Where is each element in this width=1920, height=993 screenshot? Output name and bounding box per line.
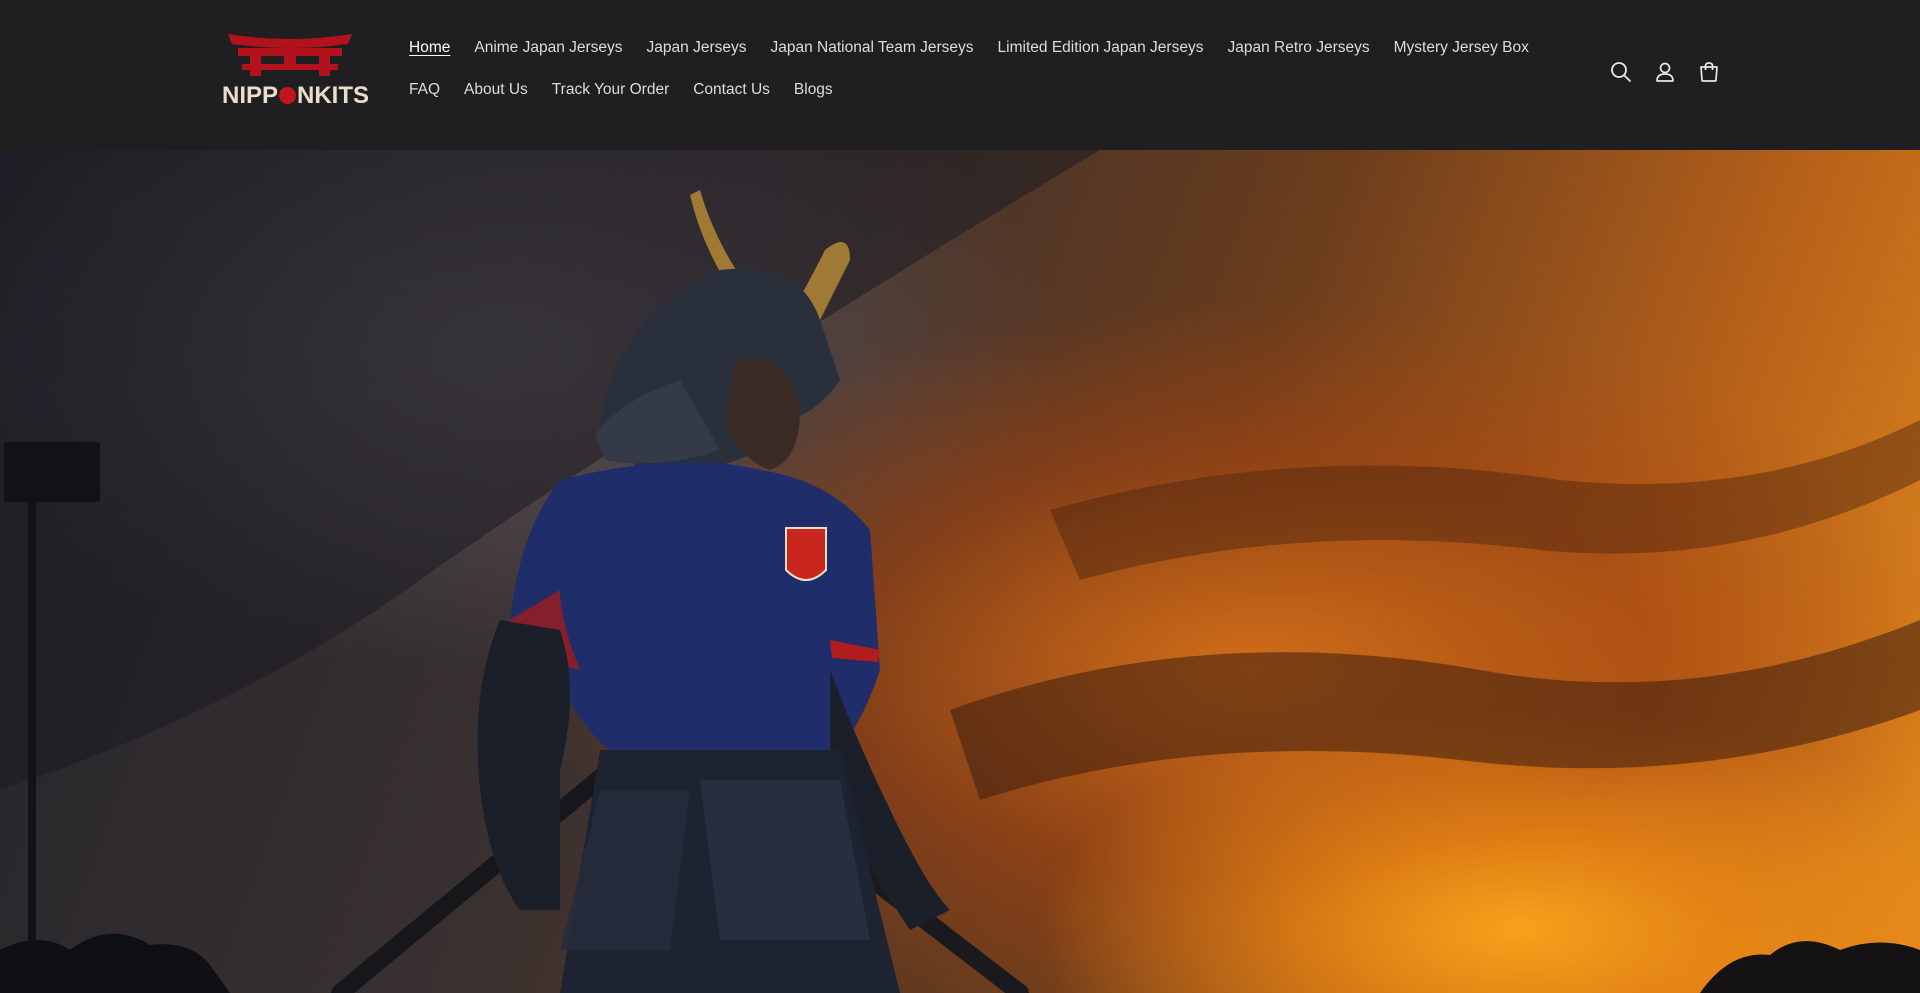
nav-faq[interactable]: FAQ bbox=[409, 80, 440, 100]
logo-wordmark: NIPP NKITS bbox=[222, 82, 370, 109]
nav-limited-edition-japan-jerseys[interactable]: Limited Edition Japan Jerseys bbox=[998, 38, 1204, 58]
nav-japan-jerseys[interactable]: Japan Jerseys bbox=[647, 38, 747, 58]
rising-sun-dot bbox=[279, 87, 297, 104]
nav-about-us[interactable]: About Us bbox=[464, 80, 528, 100]
nav-mystery-jersey-box[interactable]: Mystery Jersey Box bbox=[1394, 38, 1529, 58]
nav-anime-japan-jerseys[interactable]: Anime Japan Jerseys bbox=[474, 38, 622, 58]
nav-row-secondary: FAQ About Us Track Your Order Contact Us… bbox=[409, 80, 1559, 100]
hero-banner bbox=[0, 150, 1920, 993]
nav-contact-us[interactable]: Contact Us bbox=[693, 80, 770, 100]
nav-row-primary: Home Anime Japan Jerseys Japan Jerseys J… bbox=[409, 38, 1559, 58]
cart-button[interactable] bbox=[1687, 57, 1731, 87]
nav-blogs[interactable]: Blogs bbox=[794, 80, 833, 100]
search-button[interactable] bbox=[1599, 57, 1643, 87]
main-navigation: Home Anime Japan Jerseys Japan Jerseys J… bbox=[409, 38, 1559, 100]
torii-gate-icon bbox=[228, 34, 352, 76]
account-button[interactable] bbox=[1643, 57, 1687, 87]
cart-icon bbox=[1700, 62, 1718, 82]
nav-home[interactable]: Home bbox=[409, 38, 450, 58]
hero-image bbox=[0, 150, 1920, 993]
nav-japan-national-team-jerseys[interactable]: Japan National Team Jerseys bbox=[771, 38, 974, 58]
nav-japan-retro-jerseys[interactable]: Japan Retro Jerseys bbox=[1227, 38, 1369, 58]
nav-track-your-order[interactable]: Track Your Order bbox=[552, 80, 669, 100]
account-icon bbox=[1656, 62, 1674, 82]
search-icon bbox=[1611, 62, 1631, 82]
header-actions bbox=[1599, 57, 1731, 87]
brand-logo[interactable]: NIPP NKITS bbox=[222, 30, 370, 112]
site-header: NIPP NKITS Home Anime Japan Jerseys Japan… bbox=[0, 0, 1920, 150]
